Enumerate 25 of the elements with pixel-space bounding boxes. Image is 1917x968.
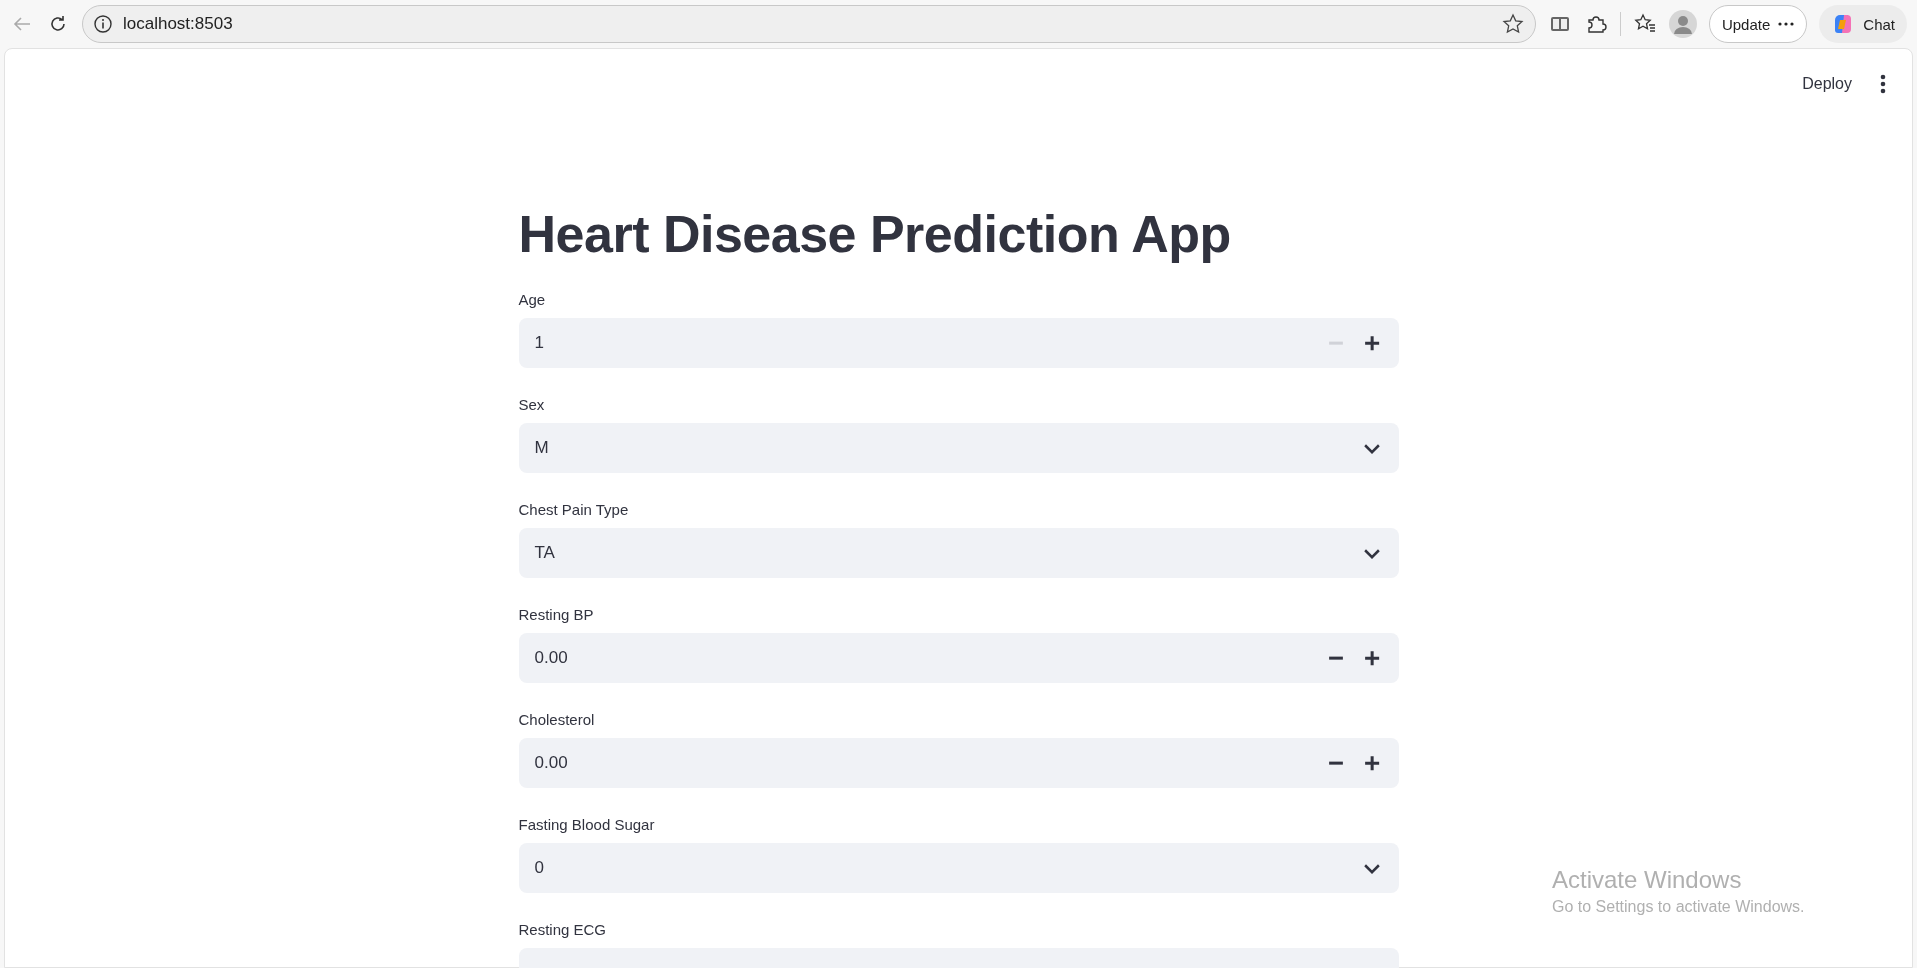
address-bar[interactable]: localhost:8503 [82, 5, 1536, 43]
number-input[interactable]: 0.00 [518, 633, 1399, 684]
select-dropdown[interactable]: M [518, 423, 1399, 474]
activation-title: Activate Windows [1552, 866, 1743, 894]
select-dropdown[interactable]: TA [518, 528, 1399, 579]
field-label: Fasting Blood Sugar [518, 816, 655, 834]
star-icon[interactable] [1500, 12, 1525, 36]
activation-text: Go to Settings to activate Windows. [1552, 898, 1805, 916]
info-icon[interactable] [93, 14, 113, 34]
chat-button[interactable]: Chat [1819, 5, 1907, 43]
update-button[interactable]: Update [1708, 5, 1808, 43]
number-input[interactable]: 0.00 [518, 738, 1399, 789]
more-vertical-icon[interactable] [1880, 74, 1886, 94]
deploy-button[interactable]: Deploy [1794, 69, 1860, 99]
select-dropdown[interactable]: 0 [518, 843, 1399, 894]
field-label: Resting BP [518, 606, 594, 624]
page-title: Heart Disease Prediction App [518, 204, 1232, 265]
profile-avatar-icon[interactable] [1668, 10, 1697, 38]
number-input[interactable]: 1 [518, 318, 1399, 369]
field-label: Age [518, 291, 546, 309]
field-label: Cholesterol [518, 711, 595, 729]
field-label: Sex [518, 396, 545, 414]
more-horizontal-icon [1778, 22, 1795, 26]
field-label: Chest Pain Type [518, 501, 629, 519]
field-label: Resting ECG [518, 921, 607, 939]
